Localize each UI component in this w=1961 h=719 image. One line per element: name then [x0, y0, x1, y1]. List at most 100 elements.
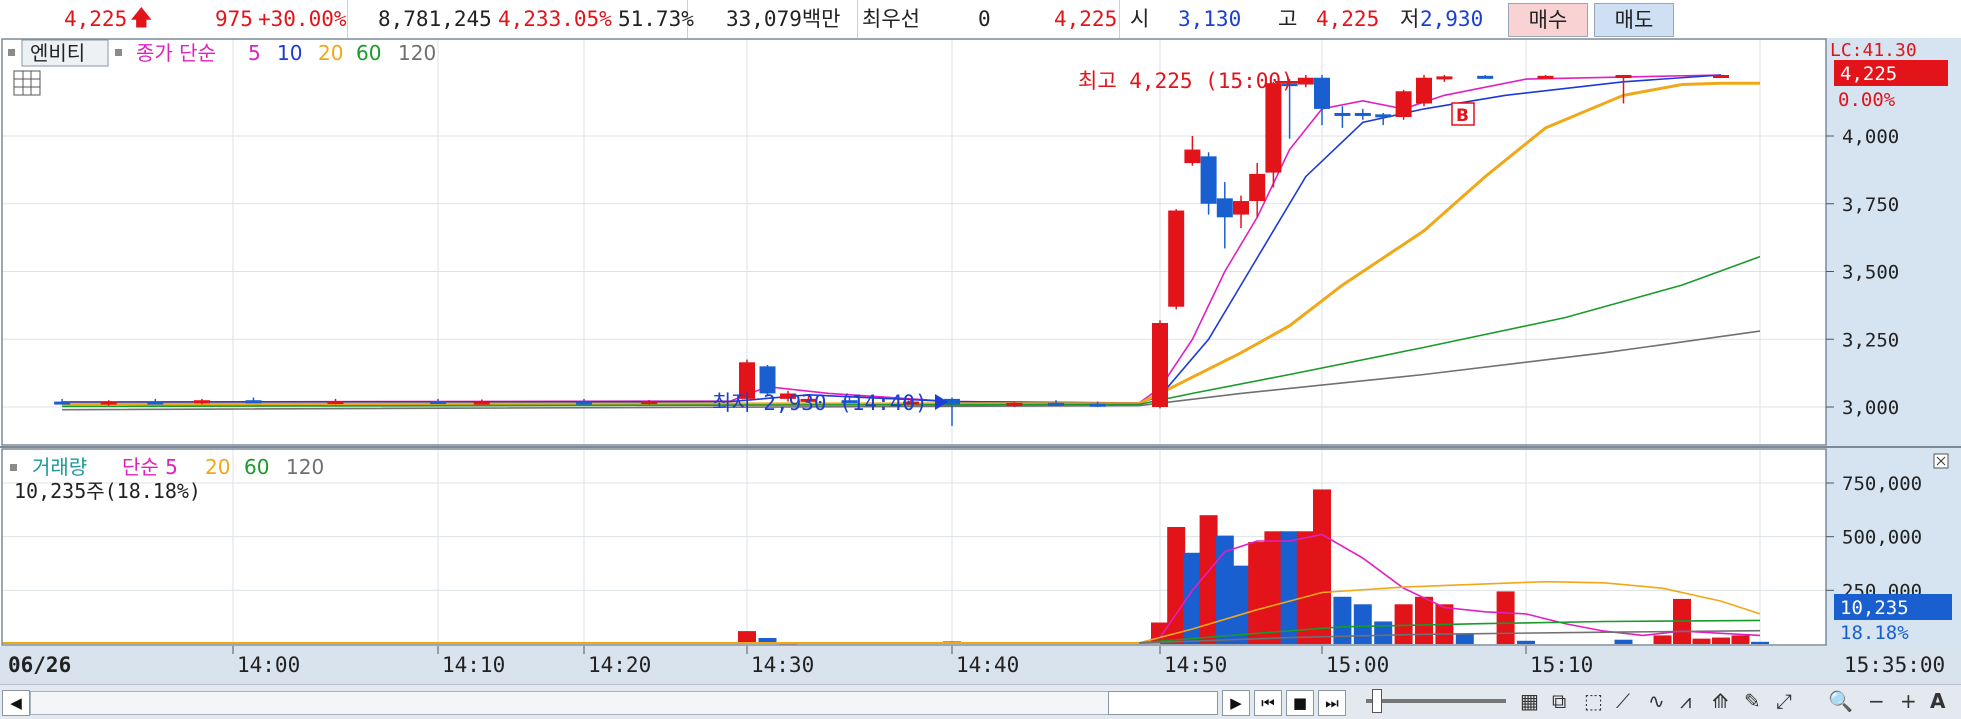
- low-value: 2,930: [1420, 7, 1484, 31]
- scrollbar-thumb[interactable]: [1108, 691, 1218, 715]
- up-arrow-icon: 🡅: [130, 6, 153, 31]
- zoom-out-icon[interactable]: −: [1868, 689, 1885, 713]
- trend-line-icon[interactable]: ⟋: [1616, 689, 1630, 713]
- draw-icon[interactable]: ✎: [1744, 689, 1761, 713]
- scroll-left-icon[interactable]: ◀: [2, 690, 30, 716]
- volume-bar-10: [1248, 542, 1267, 644]
- candle-body-0: [54, 401, 71, 405]
- volume-ratio: 4,233.05%: [498, 7, 612, 31]
- candle-body-9: [641, 401, 658, 405]
- trade-amount: 33,079백만: [726, 7, 841, 31]
- candle-body-3: [193, 400, 210, 404]
- candle-body-5: [327, 401, 344, 405]
- wave-icon[interactable]: ∿: [1648, 689, 1665, 713]
- volume-bar-11: [1264, 531, 1283, 644]
- candle-body-24: [1216, 198, 1233, 218]
- candle-body-30: [1314, 77, 1330, 109]
- candle-body-21: [1168, 210, 1185, 307]
- volume-bar-19: [1415, 596, 1433, 644]
- time-tick-label-5: 14:50: [1164, 653, 1227, 677]
- volume-bar-22: [1496, 591, 1515, 644]
- table-grid-icon[interactable]: [13, 70, 41, 96]
- time-tick-label-0: 14:00: [237, 653, 300, 677]
- rewind-icon[interactable]: ⏮: [1254, 690, 1282, 716]
- time-tick-label-7: 15:10: [1530, 653, 1593, 677]
- candle-body-23: [1200, 156, 1217, 204]
- open-value: 3,130: [1178, 7, 1242, 31]
- font-size-icon[interactable]: A: [1930, 689, 1945, 713]
- volume-bar-16: [1353, 604, 1372, 644]
- candle-body-1: [100, 401, 117, 405]
- volume-ma-title: 단순 5: [122, 455, 178, 479]
- candle-body-38: [1537, 75, 1554, 79]
- candle-body-6: [430, 401, 446, 405]
- time-tick-label-4: 14:40: [956, 653, 1019, 677]
- volume-bar-30: [1751, 641, 1769, 644]
- volume-current: 10,235주(18.18%): [14, 479, 201, 503]
- candle-body-8: [576, 401, 592, 405]
- zoom-slider-handle[interactable]: [1372, 689, 1382, 713]
- candle-body-36: [1436, 76, 1453, 80]
- date-label: 06/26: [8, 653, 71, 677]
- fast-forward-icon[interactable]: ⏭: [1318, 690, 1346, 716]
- ma-period-120: 120: [398, 41, 436, 65]
- stop-icon[interactable]: ■: [1286, 690, 1314, 716]
- candle-body-22: [1184, 149, 1201, 164]
- price-tick-label-4: 3,000: [1842, 397, 1899, 419]
- volume-bar-13: [1296, 531, 1315, 644]
- zoom-in-icon[interactable]: +: [1900, 689, 1917, 713]
- best-value: 0: [978, 7, 991, 31]
- candle-body-4: [245, 400, 262, 404]
- play-icon[interactable]: ▶: [1222, 690, 1250, 716]
- overlay-icon[interactable]: ⧉: [1552, 689, 1566, 713]
- price-tick-label-3: 3,250: [1842, 329, 1899, 351]
- high-label: 고: [1278, 7, 1298, 31]
- volume-value: 8,781,245: [378, 7, 492, 31]
- price-tick-label-1: 3,750: [1842, 194, 1899, 216]
- search-icon[interactable]: 🔍: [1828, 689, 1853, 713]
- candle-body-20: [1152, 322, 1168, 407]
- candle-body-25: [1233, 201, 1249, 215]
- entity-label: 엔비티: [30, 41, 85, 65]
- candle-body-11: [759, 366, 776, 394]
- volume-bar-23: [1517, 640, 1535, 644]
- low-label: 저: [1400, 7, 1420, 31]
- volume-bar-12: [1280, 531, 1299, 644]
- volume-tick-label-0: 750,000: [1842, 473, 1922, 495]
- turnover-ratio: 51.73%: [618, 7, 694, 31]
- time-tick-label-6: 15:00: [1326, 653, 1389, 677]
- buy-button[interactable]: 매수: [1508, 3, 1588, 37]
- chart-control-bar: ◀ ▶ ⏮ ■ ⏭ ▦ ⧉ ⬚ ⟋ ∿ ⩘ ⟰ ✎ ⤢ 🔍 − + A: [0, 684, 1961, 719]
- indicator-icon[interactable]: ⟰: [1712, 689, 1729, 713]
- candle-body-33: [1375, 114, 1392, 118]
- volume-ma-60: 60: [244, 455, 269, 479]
- current-price: 4,225: [64, 7, 128, 31]
- chart-background: [0, 38, 1961, 684]
- candle-body-32: [1354, 112, 1371, 116]
- volume-bar-14: [1313, 489, 1331, 644]
- candle-body-26: [1249, 173, 1266, 202]
- price-cell: 4,225 🡅 975 +30.00%: [0, 0, 348, 38]
- volume-bar-27: [1692, 638, 1711, 644]
- volume-bar-17: [1374, 621, 1393, 644]
- chart-type-icon[interactable]: ▦: [1520, 689, 1539, 713]
- volume-bar-18: [1394, 604, 1413, 644]
- volume-bar-29: [1731, 635, 1750, 644]
- time-tick-label-2: 14:20: [588, 653, 651, 677]
- compare-icon[interactable]: ⬚: [1584, 689, 1603, 713]
- candle-body-40: [1713, 75, 1729, 79]
- legend-square-icon: [8, 49, 15, 56]
- export-icon[interactable]: ⤢: [1776, 689, 1792, 713]
- horizontal-scrollbar[interactable]: [30, 691, 1212, 715]
- candle-body-7: [473, 401, 490, 405]
- volume-panel-close-icon[interactable]: [1933, 453, 1949, 469]
- candle-body-37: [1477, 75, 1494, 79]
- zoom-slider[interactable]: [1366, 699, 1506, 703]
- price-chart-svg[interactable]: 엔비티 종가 단순 5 10 20 60 120 4,000 3,750 3,500…: [0, 38, 1961, 684]
- ma-title: 종가 단순: [136, 41, 216, 65]
- high-value: 4,225: [1316, 7, 1380, 31]
- zigzag-icon[interactable]: ⩘: [1680, 689, 1691, 713]
- price-tick-label-0: 4,000: [1842, 126, 1899, 148]
- volume-bar-28: [1712, 637, 1730, 644]
- sell-button[interactable]: 매도: [1594, 3, 1674, 37]
